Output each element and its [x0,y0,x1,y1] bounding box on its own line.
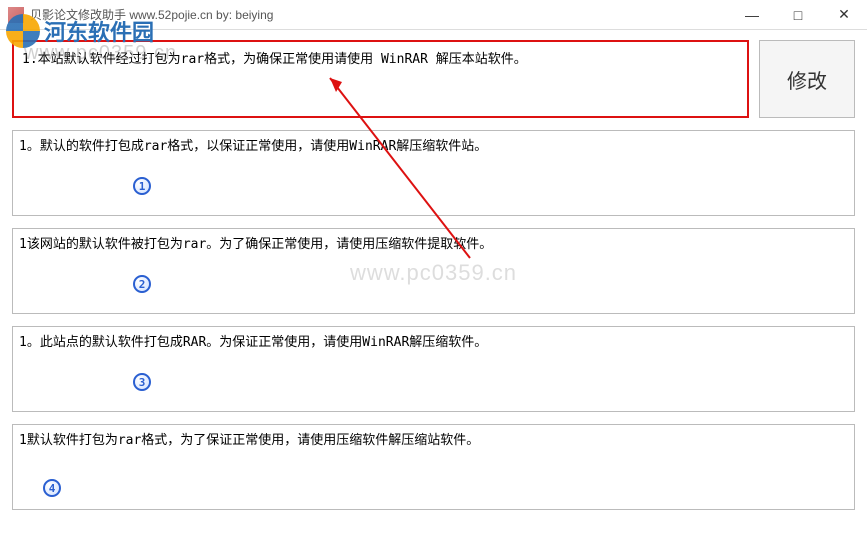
badge-3-icon: 3 [133,373,151,391]
result-text: 1该网站的默认软件被打包为rar。为了确保正常使用，请使用压缩软件提取软件。 [19,237,492,252]
badge-4-icon: 4 [43,479,61,497]
result-text: 1默认软件打包为rar格式，为了保证正常使用，请使用压缩软件解压缩站软件。 [19,433,479,448]
result-panel-1[interactable]: 1。默认的软件打包成rar格式，以保证正常使用，请使用WinRAR解压缩软件站。… [12,130,855,216]
minimize-button[interactable]: — [729,0,775,29]
badge-1-icon: 1 [133,177,151,195]
result-panel-2[interactable]: 1该网站的默认软件被打包为rar。为了确保正常使用，请使用压缩软件提取软件。 2 [12,228,855,314]
source-text-input[interactable] [12,40,749,118]
result-text: 1。默认的软件打包成rar格式，以保证正常使用，请使用WinRAR解压缩软件站。 [19,139,487,154]
client-area: 修改 1。默认的软件打包成rar格式，以保证正常使用，请使用WinRAR解压缩软… [0,30,867,510]
title-bar: 贝影论文修改助手 www.52pojie.cn by: beiying — □ … [0,0,867,30]
window-title: 贝影论文修改助手 www.52pojie.cn by: beiying [30,6,729,23]
modify-button[interactable]: 修改 [759,40,855,118]
result-panel-3[interactable]: 1。此站点的默认软件打包成RAR。为保证正常使用，请使用WinRAR解压缩软件。… [12,326,855,412]
close-button[interactable]: ✕ [821,0,867,29]
input-row: 修改 [12,40,855,118]
maximize-button[interactable]: □ [775,0,821,29]
app-icon [8,7,24,23]
result-text: 1。此站点的默认软件打包成RAR。为保证正常使用，请使用WinRAR解压缩软件。 [19,335,487,350]
badge-2-icon: 2 [133,275,151,293]
result-panel-4[interactable]: 1默认软件打包为rar格式，为了保证正常使用，请使用压缩软件解压缩站软件。 4 [12,424,855,510]
window-controls: — □ ✕ [729,0,867,29]
